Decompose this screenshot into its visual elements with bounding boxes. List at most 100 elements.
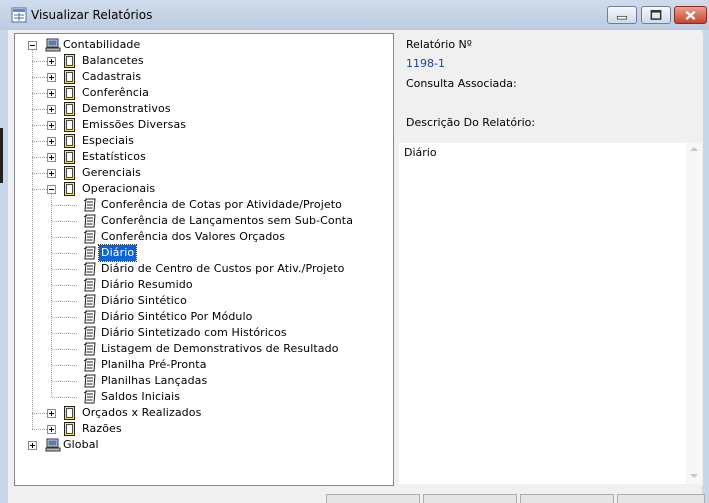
folder-book-icon bbox=[64, 422, 75, 436]
bottom-button-2[interactable] bbox=[423, 494, 517, 503]
report-number-value: 1198-1 bbox=[406, 57, 445, 70]
report-label: Diário Resumido bbox=[101, 278, 193, 291]
report-label: Conferência de Lançamentos sem Sub-Conta bbox=[101, 214, 354, 227]
description-label: Descrição Do Relatório: bbox=[406, 116, 536, 129]
report-item[interactable]: Conferência de Cotas por Atividade/Proje… bbox=[15, 197, 393, 213]
category-label: Demonstrativos bbox=[82, 102, 171, 115]
folder-book-icon bbox=[64, 70, 75, 84]
report-icon bbox=[83, 230, 96, 244]
report-item[interactable]: Diário Sintético Por Módulo bbox=[15, 309, 393, 325]
category-expand-button[interactable] bbox=[47, 121, 56, 130]
global-label: Global bbox=[63, 438, 99, 451]
scroll-up-icon[interactable] bbox=[690, 147, 698, 151]
minimize-icon bbox=[616, 15, 628, 20]
report-item[interactable]: Diário de Centro de Custos por Ativ./Pro… bbox=[15, 261, 393, 277]
report-item[interactable]: Conferência de Lançamentos sem Sub-Conta bbox=[15, 213, 393, 229]
category-label: Balancetes bbox=[82, 54, 144, 67]
report-item[interactable]: Conferência dos Valores Orçados bbox=[15, 229, 393, 245]
close-button[interactable] bbox=[674, 6, 707, 24]
tree-row: Contabilidade bbox=[15, 37, 393, 53]
category-label: Operacionais bbox=[82, 182, 156, 195]
tree-category[interactable]: Emissões Diversas bbox=[15, 117, 393, 133]
report-icon bbox=[83, 198, 96, 212]
folder-book-icon bbox=[64, 166, 75, 180]
report-label: Diário bbox=[97, 244, 138, 262]
category-expand-button[interactable] bbox=[47, 89, 56, 98]
tree-root-contabilidade[interactable]: Contabilidade bbox=[63, 37, 140, 53]
folder-book-icon bbox=[64, 118, 75, 132]
tree-category[interactable]: Razões bbox=[15, 421, 393, 437]
report-item[interactable]: Planilha Pré-Pronta bbox=[15, 357, 393, 373]
report-icon bbox=[83, 278, 96, 292]
report-icon bbox=[83, 310, 96, 324]
tree-category[interactable]: Conferência bbox=[15, 85, 393, 101]
window-title: Visualizar Relatórios bbox=[31, 8, 153, 22]
folder-book-icon bbox=[64, 102, 75, 116]
category-label: Emissões Diversas bbox=[82, 118, 187, 131]
report-item[interactable]: Diário bbox=[15, 244, 393, 262]
category-expand-button[interactable] bbox=[47, 153, 56, 162]
report-icon bbox=[83, 390, 96, 404]
scroll-down-icon[interactable] bbox=[690, 474, 698, 478]
folder-book-icon bbox=[64, 182, 75, 196]
tree-category[interactable]: Estatísticos bbox=[15, 149, 393, 165]
report-icon bbox=[83, 246, 96, 260]
category-expand-button[interactable] bbox=[47, 73, 56, 82]
folder-book-icon bbox=[64, 86, 75, 100]
report-label: Conferência de Cotas por Atividade/Proje… bbox=[101, 198, 343, 211]
report-item[interactable]: Diário Sintetizado com Históricos bbox=[15, 325, 393, 341]
category-label: Razões bbox=[82, 422, 122, 435]
tree-category[interactable]: Operacionais bbox=[15, 181, 393, 197]
description-text: Diário bbox=[404, 146, 437, 159]
computer-icon bbox=[45, 438, 61, 452]
tree-category[interactable]: Cadastrais bbox=[15, 69, 393, 85]
category-label: Conferência bbox=[82, 86, 149, 99]
report-icon bbox=[83, 374, 96, 388]
category-label: Estatísticos bbox=[82, 150, 146, 163]
minimize-button[interactable] bbox=[607, 6, 637, 24]
title-bar: Visualizar Relatórios bbox=[0, 0, 709, 30]
bottom-button-1[interactable] bbox=[326, 494, 420, 503]
tree-category[interactable]: Orçados x Realizados bbox=[15, 405, 393, 421]
global-expand-button[interactable] bbox=[28, 441, 37, 450]
bottom-button-4[interactable] bbox=[617, 494, 705, 503]
tree-category[interactable]: Gerenciais bbox=[15, 165, 393, 181]
vertical-scrollbar[interactable] bbox=[686, 143, 702, 484]
report-item[interactable]: Diário Sintético bbox=[15, 293, 393, 309]
category-expand-button[interactable] bbox=[47, 425, 56, 434]
bottom-button-3[interactable] bbox=[520, 494, 614, 503]
report-item[interactable]: Diário Resumido bbox=[15, 277, 393, 293]
report-label: Listagem de Demonstrativos de Resultado bbox=[101, 342, 339, 355]
tree-root-global[interactable]: Global bbox=[15, 437, 393, 453]
folder-book-icon bbox=[64, 54, 75, 68]
report-label: Planilhas Lançadas bbox=[101, 374, 208, 387]
tree-category[interactable]: Demonstrativos bbox=[15, 101, 393, 117]
report-icon bbox=[83, 262, 96, 276]
report-label: Diário Sintético Por Módulo bbox=[101, 310, 253, 323]
category-expand-button[interactable] bbox=[47, 105, 56, 114]
category-collapse-button[interactable] bbox=[47, 185, 56, 194]
category-expand-button[interactable] bbox=[47, 57, 56, 66]
close-icon bbox=[685, 10, 696, 21]
maximize-button[interactable] bbox=[641, 6, 671, 24]
category-expand-button[interactable] bbox=[47, 137, 56, 146]
report-icon bbox=[83, 358, 96, 372]
report-viewer-window: Visualizar Relatórios Contabilidade Balan… bbox=[0, 0, 709, 503]
report-tree[interactable]: Contabilidade Balancetes Cadastrais Conferê… bbox=[14, 33, 394, 486]
report-label: Planilha Pré-Pronta bbox=[101, 358, 207, 371]
category-expand-button[interactable] bbox=[47, 169, 56, 178]
category-label: Gerenciais bbox=[82, 166, 141, 179]
report-icon bbox=[83, 294, 96, 308]
category-expand-button[interactable] bbox=[47, 409, 56, 418]
report-item[interactable]: Planilhas Lançadas bbox=[15, 373, 393, 389]
tree-category[interactable]: Balancetes bbox=[15, 53, 393, 69]
folder-book-icon bbox=[64, 150, 75, 164]
report-item[interactable]: Saldos Iniciais bbox=[15, 389, 393, 405]
report-icon bbox=[83, 326, 96, 340]
associated-query-label: Consulta Associada: bbox=[406, 77, 517, 90]
tree-category[interactable]: Especiais bbox=[15, 133, 393, 149]
report-label: Diário Sintetizado com Históricos bbox=[101, 326, 287, 339]
maximize-icon bbox=[650, 9, 662, 20]
report-item[interactable]: Listagem de Demonstrativos de Resultado bbox=[15, 341, 393, 357]
description-box[interactable]: Diário bbox=[399, 143, 702, 484]
